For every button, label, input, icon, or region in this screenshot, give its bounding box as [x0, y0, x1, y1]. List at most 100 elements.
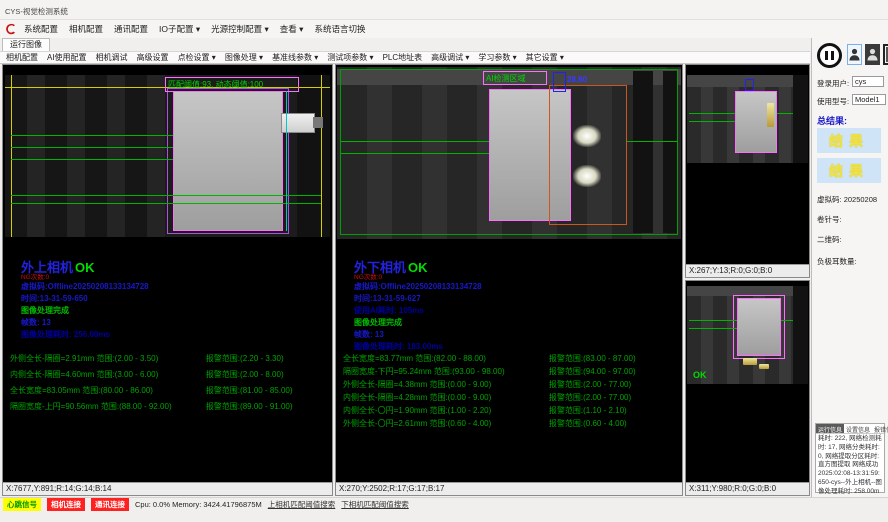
model-field[interactable] [852, 94, 886, 105]
login-user-field[interactable] [852, 76, 884, 87]
model-label: 使用型号: [817, 96, 849, 107]
measurement-text: 全长宽度=83.05mm 范围:(80.00 - 86.00) [10, 385, 206, 396]
title-bar: CYS-视觉检测系统 [0, 0, 888, 20]
exit-button[interactable] [883, 43, 888, 66]
measurement-alarm: 报警范围:(2.20 - 3.30) [206, 353, 284, 364]
virtual-code-line: 虚拟码:Offline20250208133134728 [354, 281, 482, 292]
camera-image-upper-outer[interactable]: 匹配阈值:93, 动态阈值:100 [5, 75, 330, 237]
measurement-alarm: 报警范围:(1.10 - 2.10) [549, 405, 627, 416]
ng-note: NG次数:0 [21, 271, 49, 281]
virtual-code-label-text: 虚拟码: [817, 195, 842, 204]
menu-item-io-config[interactable]: IO子配置 ▾ [159, 23, 200, 35]
log-tabs: 运行信息 设置信息 报错信息 [816, 424, 884, 434]
ai-roi-outline [549, 85, 627, 225]
camera-panel-upper-outer: 匹配阈值:93, 动态阈值:100 外上相机OK NG次数:0 虚拟码:Offl… [2, 64, 333, 496]
yellow-guide-line-left [11, 75, 12, 237]
measurement-row: 内侧全长-隔圈=4.60mm 范围:(3.00 - 6.00) 报警范围:(2.… [10, 369, 326, 380]
part-block [173, 91, 283, 231]
window-title: CYS-视觉检测系统 [5, 6, 68, 17]
blue-marker-box [553, 72, 566, 92]
measurement-alarm: 报警范围:(81.00 - 85.00) [206, 385, 293, 396]
measurement-row: 全长宽度=83.05mm 范围:(80.00 - 86.00) 报警范围:(81… [10, 385, 326, 396]
camera-image-inner-top[interactable] [687, 75, 808, 163]
processing-done-line: 图像处理完成 [21, 305, 69, 316]
threshold-overlay-label: 匹配阈值:93, 动态阈值:100 [168, 79, 263, 90]
camera-panel-inner-top: X:267;Y:13;R:0;G:0;B:0 [685, 64, 810, 278]
time-line: 时间:13-31-59-650 [21, 293, 88, 304]
camera-image-inner-bottom[interactable]: OK [687, 286, 808, 384]
pixel-coords-readout: X:311;Y:980;R:0;G:0;B:0 [686, 482, 809, 495]
frame-count-line: 帧数: 13 [354, 329, 384, 340]
tool-advanced-debug[interactable]: 高级调试 ▾ [431, 52, 469, 63]
time-line: 时间:13-31-59-627 [354, 293, 421, 304]
user-button[interactable] [847, 44, 862, 65]
tool-image-processing[interactable]: 图像处理 ▾ [225, 52, 263, 63]
tool-plc-address[interactable]: PLC地址表 [383, 52, 423, 63]
qr-label: 二维码: [817, 234, 842, 245]
tool-camera-config[interactable]: 相机配置 [6, 52, 38, 63]
control-sidebar: 登录用户: 使用型号: 总结果: 结果 结果 虚拟码: 20250208 卷针号… [811, 38, 888, 497]
measurement-row: 隔圈宽度-下円=95.24mm 范围:(93.00 - 98.00) 报警范围:… [343, 366, 675, 377]
camera-image-lower-outer[interactable]: AI检测区域 28.80 [337, 67, 681, 239]
tab-strip: 运行图像 [0, 38, 810, 51]
gold-glint [743, 358, 757, 365]
heartbeat-badge: 心跳信号 [3, 498, 41, 511]
menu-item-comm-config[interactable]: 通讯配置 [114, 23, 148, 35]
tool-advanced-settings[interactable]: 高级设置 [137, 52, 169, 63]
lower-camera-status-link[interactable]: 下相机匹配阈值搜索 [341, 499, 409, 510]
exit-door-icon [883, 43, 888, 66]
upper-camera-status-link[interactable]: 上相机匹配阈值搜索 [268, 499, 336, 510]
tab-run-image[interactable]: 运行图像 [2, 38, 50, 51]
measurement-text: 内侧全长-隔圈=4.28mm 范围:(0.00 - 9.00) [343, 392, 549, 403]
tool-other-settings[interactable]: 其它设置 ▾ [526, 52, 564, 63]
measurement-row: 内侧全长-隔圈=4.28mm 范围:(0.00 - 9.00) 报警范围:(2.… [343, 392, 675, 403]
ai-region-label: AI检测区域 [486, 73, 526, 84]
tool-test-params[interactable]: 测试项参数 ▾ [327, 52, 373, 63]
measurement-alarm: 报警范围:(89.00 - 91.00) [206, 401, 293, 412]
measurement-text: 内侧全长-隔圈=4.60mm 范围:(3.00 - 6.00) [10, 369, 206, 380]
measurement-text: 外侧全长-〇円=2.61mm 范围:(0.60 - 4.00) [343, 418, 549, 429]
connector-tail [313, 117, 323, 128]
measurement-alarm: 报警范围:(2.00 - 8.00) [206, 369, 284, 380]
measurement-alarm: 报警范围:(0.60 - 4.00) [549, 418, 627, 429]
menu-item-view[interactable]: 查看 ▾ [280, 23, 304, 35]
sidebar-buttons [815, 42, 887, 72]
total-result-label: 总结果: [817, 114, 847, 127]
result-ok: OK [75, 260, 95, 275]
tool-camera-debug[interactable]: 相机调试 [96, 52, 128, 63]
measurement-alarm: 报警范围:(94.00 - 97.00) [549, 366, 636, 377]
tool-learning-params[interactable]: 学习参数 ▾ [478, 52, 516, 63]
tool-ai-config[interactable]: AI使用配置 [47, 52, 87, 63]
menu-item-language[interactable]: 系统语言切换 [314, 23, 365, 35]
status-bar: 心跳信号 相机连接 通讯连接 Cpu: 0.0% Memory: 3424.41… [0, 497, 888, 511]
log-tab-errors[interactable]: 报错信息 [872, 424, 888, 433]
tool-spot-check[interactable]: 点检设置 ▾ [178, 52, 216, 63]
tool-baseline-params[interactable]: 基准线参数 ▾ [272, 52, 318, 63]
camera-connect-badge: 相机连接 [47, 498, 85, 511]
virtual-code-label: 虚拟码: 20250208 [817, 194, 877, 205]
menu-bar: 系统配置 相机配置 通讯配置 IO子配置 ▾ 光源控制配置 ▾ 查看 ▾ 系统语… [0, 20, 888, 38]
log-text: 耗时: 222, 网络检测耗时: 17, 网络分类耗时: 0, 网络提取分区耗时… [816, 434, 884, 506]
log-tab-settings[interactable]: 设置信息 [844, 424, 872, 433]
pause-button[interactable] [817, 43, 842, 68]
measurement-row: 全长宽度=83.77mm 范围:(82.00 - 88.00) 报警范围:(83… [343, 353, 675, 364]
menu-item-light-config[interactable]: 光源控制配置 ▾ [211, 23, 269, 35]
menu-item-system-config[interactable]: 系统配置 [24, 23, 58, 35]
measurement-alarm: 报警范围:(2.00 - 77.00) [549, 392, 631, 403]
comm-connect-badge: 通讯连接 [91, 498, 129, 511]
blue-marker-box [745, 79, 754, 91]
ai-elapsed-line: 使用AI耗时: 105ms [354, 305, 424, 316]
pixel-coords-readout: X:7677,Y:891;R:14;G:14;B:14 [3, 482, 332, 495]
yellow-guide-line-right [321, 75, 322, 237]
processing-done-line: 图像处理完成 [354, 317, 402, 328]
measurement-row: 外侧全长-隔圈=4.38mm 范围:(0.00 - 9.00) 报警范围:(2.… [343, 379, 675, 390]
measurement-alarm: 报警范围:(83.00 - 87.00) [549, 353, 636, 364]
log-box: 运行信息 设置信息 报错信息 耗时: 222, 网络检测耗时: 17, 网络分类… [815, 423, 885, 493]
log-tab-run[interactable]: 运行信息 [816, 424, 844, 433]
ng-note: NG次数:0 [354, 271, 382, 281]
app-window: CYS-视觉检测系统 系统配置 相机配置 通讯配置 IO子配置 ▾ 光源控制配置… [0, 0, 888, 522]
admin-button[interactable] [865, 44, 880, 65]
measurement-text: 隔圈宽度-上円=90.56mm 范围:(88.00 - 92.00) [10, 401, 206, 412]
result-ok: OK [408, 260, 428, 275]
menu-item-camera-config[interactable]: 相机配置 [69, 23, 103, 35]
